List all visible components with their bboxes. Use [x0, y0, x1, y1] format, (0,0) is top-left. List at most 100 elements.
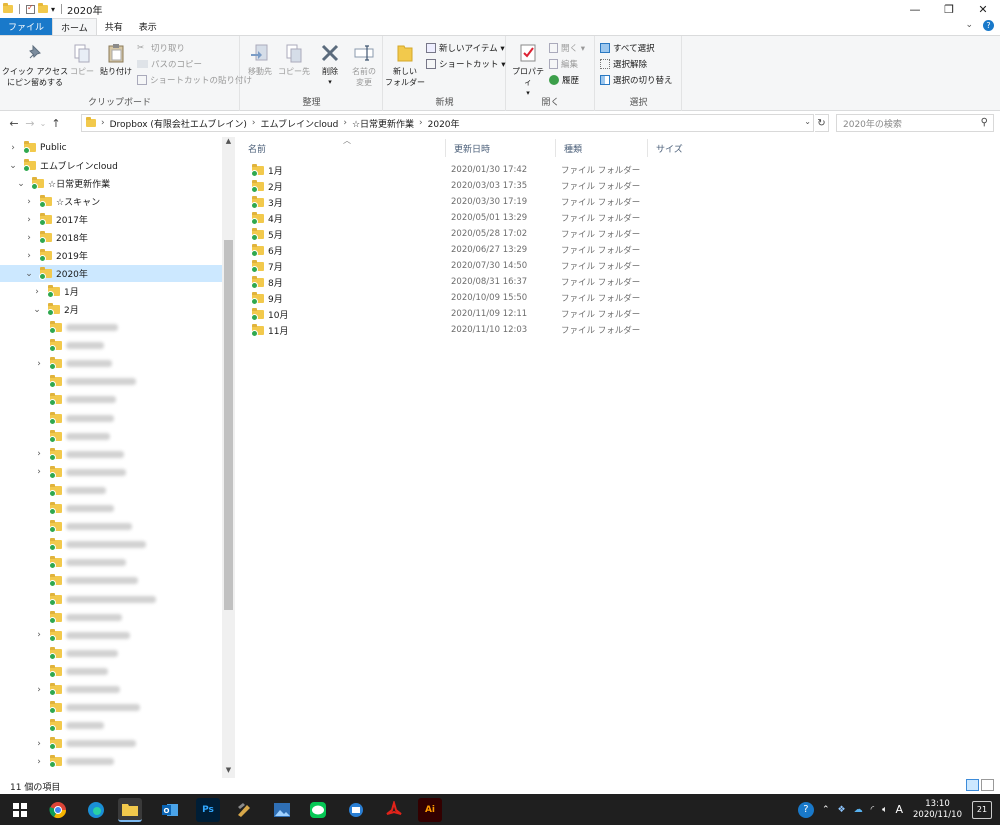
tree-item[interactable]	[0, 609, 222, 626]
copy-button[interactable]: コピー	[68, 42, 96, 77]
paste-button[interactable]: 貼り付け	[98, 42, 134, 77]
help-icon[interactable]: ?	[983, 20, 994, 31]
tree-item[interactable]: › 2019年	[0, 247, 222, 264]
chevron-right-icon[interactable]: ›	[34, 359, 44, 369]
tree-item[interactable]	[0, 518, 222, 535]
tree-item[interactable]: ⌄ エムブレインcloud	[0, 157, 222, 174]
invert-selection-button[interactable]: 選択の切り替え	[600, 73, 673, 87]
nav-scrollbar[interactable]: ▲ ▼	[222, 137, 235, 778]
chrome-icon[interactable]	[46, 798, 70, 822]
chevron-down-icon[interactable]: ⌄	[965, 20, 973, 31]
onedrive-icon[interactable]: ☁	[854, 805, 863, 815]
tree-item[interactable]	[0, 554, 222, 571]
tool-app-icon[interactable]	[232, 798, 256, 822]
chevron-right-icon[interactable]: ›	[34, 467, 44, 477]
scroll-up-icon[interactable]: ▲	[222, 137, 235, 149]
copy-path-button[interactable]: パスのコピー	[137, 57, 202, 71]
edit-button[interactable]: 編集	[549, 57, 578, 71]
volume-icon[interactable]: 🔈︎	[882, 805, 887, 815]
tree-item[interactable]: ›	[0, 446, 222, 463]
chevron-right-icon[interactable]: ›	[8, 143, 18, 153]
new-folder-icon[interactable]	[38, 3, 48, 13]
tree-item[interactable]: ⌄ ☆日常更新作業	[0, 175, 222, 192]
pin-quick-access-button[interactable]: クイック アクセス にピン留めする	[2, 42, 68, 88]
tree-item[interactable]	[0, 482, 222, 499]
search-input[interactable]: 2020年の検索 ⚲	[836, 114, 994, 132]
maximize-button[interactable]: ❐	[932, 0, 966, 18]
file-row[interactable]: 9月 2020/10/09 15:50 ファイル フォルダー	[248, 290, 668, 306]
scrollbar-thumb[interactable]	[224, 240, 233, 610]
file-row[interactable]: 1月 2020/01/30 17:42 ファイル フォルダー	[248, 162, 668, 178]
edge-icon[interactable]	[84, 798, 108, 822]
properties-button[interactable]: プロパティ ▾	[509, 42, 547, 99]
file-row[interactable]: 7月 2020/07/30 14:50 ファイル フォルダー	[248, 258, 668, 274]
file-row[interactable]: 8月 2020/08/31 16:37 ファイル フォルダー	[248, 274, 668, 290]
file-row[interactable]: 2月 2020/03/03 17:35 ファイル フォルダー	[248, 178, 668, 194]
tab-share[interactable]: 共有	[97, 18, 131, 35]
tree-item[interactable]: › 1月	[0, 283, 222, 300]
tree-item[interactable]: ›	[0, 355, 222, 372]
help-icon[interactable]: ?	[797, 801, 814, 818]
tree-item[interactable]	[0, 337, 222, 354]
forward-button[interactable]: →	[22, 117, 38, 130]
chevron-right-icon[interactable]: ›	[34, 757, 44, 767]
tree-item[interactable]	[0, 717, 222, 734]
file-row[interactable]: 5月 2020/05/28 17:02 ファイル フォルダー	[248, 226, 668, 242]
tree-item[interactable]	[0, 373, 222, 390]
tab-file[interactable]: ファイル	[0, 18, 53, 35]
chevron-right-icon[interactable]: ›	[24, 197, 34, 207]
copy-to-button[interactable]: コピー先	[277, 42, 311, 77]
new-folder-button[interactable]: 新しい フォルダー	[385, 42, 425, 88]
large-icons-view-icon[interactable]	[981, 779, 994, 791]
chevron-down-icon[interactable]: ⌄	[32, 305, 42, 315]
chevron-down-icon[interactable]: ⌄	[8, 161, 18, 171]
column-header-size[interactable]: サイズ	[648, 139, 720, 157]
history-button[interactable]: 履歴	[549, 73, 579, 87]
cut-button[interactable]: ✂ 切り取り	[137, 41, 185, 55]
ime-indicator[interactable]: A	[895, 803, 903, 816]
breadcrumb-item[interactable]: Dropbox (有限会社エムブレイン)	[110, 117, 247, 130]
file-row[interactable]: 6月 2020/06/27 13:29 ファイル フォルダー	[248, 242, 668, 258]
line-icon[interactable]	[306, 798, 330, 822]
back-button[interactable]: ←	[6, 117, 22, 130]
easy-access-button[interactable]: ショートカット ▾	[426, 57, 505, 71]
tree-item[interactable]: › ☆スキャン	[0, 193, 222, 210]
chevron-down-icon[interactable]: ⌄	[24, 269, 34, 279]
breadcrumb-item[interactable]: ☆日常更新作業	[352, 117, 414, 130]
file-row[interactable]: 3月 2020/03/30 17:19 ファイル フォルダー	[248, 194, 668, 210]
tree-item[interactable]	[0, 536, 222, 553]
refresh-button[interactable]: ↻	[815, 114, 829, 132]
customize-toolbar-icon[interactable]: ▾	[51, 5, 55, 14]
chevron-right-icon[interactable]: ›	[24, 215, 34, 225]
chevron-right-icon[interactable]: ›	[34, 739, 44, 749]
tree-item[interactable]: ›	[0, 627, 222, 644]
photos-icon[interactable]	[270, 798, 294, 822]
minimize-button[interactable]: —	[898, 0, 932, 18]
file-row[interactable]: 11月 2020/11/10 12:03 ファイル フォルダー	[248, 322, 668, 338]
tree-item[interactable]	[0, 500, 222, 517]
dropbox-icon[interactable]: ❖	[837, 805, 845, 815]
recent-locations-button[interactable]: ⌄	[38, 119, 48, 128]
notifications-icon[interactable]: 21	[972, 800, 992, 819]
tree-item[interactable]	[0, 699, 222, 716]
outlook-icon[interactable]: O	[158, 798, 182, 822]
file-row[interactable]: 10月 2020/11/09 12:11 ファイル フォルダー	[248, 306, 668, 322]
tab-view[interactable]: 表示	[131, 18, 165, 35]
column-header-type[interactable]: 種類	[556, 139, 648, 157]
chevron-down-icon[interactable]: ⌄	[16, 179, 26, 189]
tree-item[interactable]: ›	[0, 753, 222, 770]
chevron-down-icon[interactable]: ⌄	[804, 117, 811, 126]
properties-icon[interactable]	[26, 3, 35, 14]
move-to-button[interactable]: 移動先	[243, 42, 277, 77]
select-all-button[interactable]: すべて選択	[600, 41, 655, 55]
open-button[interactable]: 開く ▾	[549, 41, 585, 55]
column-header-name[interactable]: 名前 ︿	[240, 136, 446, 157]
tree-item[interactable]	[0, 645, 222, 662]
tree-item[interactable]	[0, 572, 222, 589]
chevron-right-icon[interactable]: ›	[34, 630, 44, 640]
details-view-icon[interactable]	[966, 779, 979, 791]
delete-button[interactable]: 削除 ▾	[315, 42, 345, 88]
breadcrumb-item[interactable]: 2020年	[428, 117, 460, 130]
tree-item[interactable]: ⌄ 2020年	[0, 265, 222, 282]
start-button[interactable]	[8, 798, 32, 822]
